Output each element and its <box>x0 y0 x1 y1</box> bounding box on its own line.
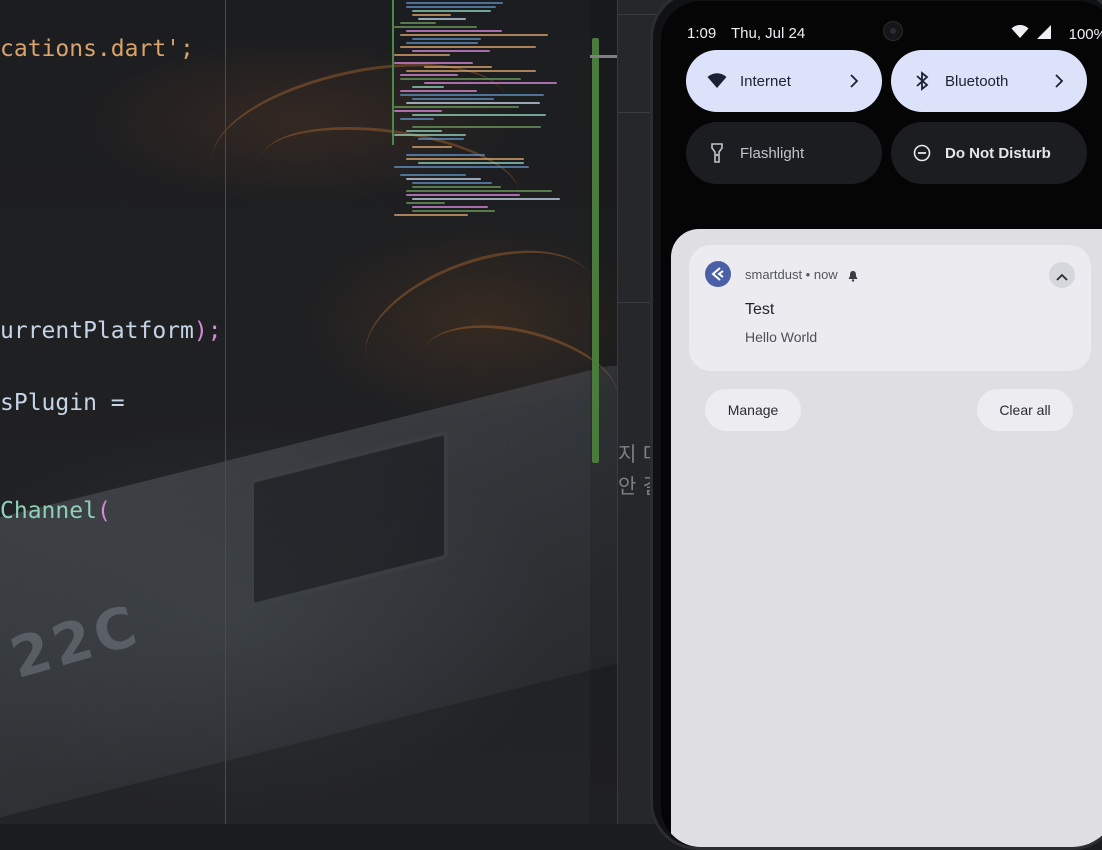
minimap-line <box>400 46 536 48</box>
minimap-line <box>418 18 466 20</box>
code-line-plugin[interactable]: sPlugin = <box>0 390 125 416</box>
notification-body: Hello World <box>745 329 818 345</box>
qs-tile-label: Flashlight <box>740 144 805 162</box>
notification-shade: smartdust • now Test Hello World Manage … <box>671 229 1102 847</box>
collapse-button[interactable] <box>1049 262 1075 288</box>
chevron-right-icon <box>1049 71 1069 91</box>
minimap-line <box>406 130 442 132</box>
wifi-status-icon <box>1011 24 1029 43</box>
phone-frame: 1:09 Thu, Jul 24 100% Internet <box>650 0 1102 850</box>
code-line-channel[interactable]: Channel( <box>0 498 111 524</box>
minimap-line <box>412 182 492 184</box>
minimap-line <box>400 34 548 36</box>
minimap-line <box>424 66 492 68</box>
minimap-line <box>406 102 540 104</box>
minimap-line <box>412 86 444 88</box>
minimap-line <box>412 114 546 116</box>
minimap-line <box>412 50 490 52</box>
minimap-line <box>412 206 488 208</box>
minimap-line <box>412 98 494 100</box>
minimap-line <box>400 74 458 76</box>
clear-all-button[interactable]: Clear all <box>977 389 1073 431</box>
wifi-icon <box>706 70 728 92</box>
scrollbar-thumb[interactable] <box>592 38 599 463</box>
chevron-up-icon <box>1056 266 1068 285</box>
minimap-line <box>406 202 445 204</box>
status-time: 1:09 <box>687 25 717 42</box>
minimap-line <box>394 214 468 216</box>
minimap-line <box>412 146 452 148</box>
minimap-line <box>406 42 478 44</box>
minimap-line <box>394 166 529 168</box>
minimap-line <box>400 78 521 80</box>
minimap-line <box>406 2 503 4</box>
scrollbar-marker <box>590 55 618 58</box>
notification-card[interactable]: smartdust • now Test Hello World <box>689 245 1091 371</box>
camera-cutout <box>883 21 903 41</box>
code-line-platform[interactable]: urrentPlatform); <box>0 318 222 344</box>
minimap-line <box>406 178 481 180</box>
qs-tile-flashlight[interactable]: Flashlight <box>686 122 882 184</box>
code-editor: 22C cations.dart'; urrentPlatform); sPlu… <box>0 0 618 824</box>
minimap-line <box>394 110 442 112</box>
notification-header: smartdust • now <box>745 267 838 282</box>
minimap-line <box>406 30 502 32</box>
minimap-line <box>418 162 524 164</box>
minimap-line <box>406 154 485 156</box>
minimap-line <box>412 126 541 128</box>
minimap-line <box>406 70 536 72</box>
minimap-line <box>394 54 450 56</box>
qs-tile-do-not-disturb[interactable]: Do Not Disturb <box>891 122 1087 184</box>
minimap-line <box>424 82 557 84</box>
minimap-line <box>406 194 520 196</box>
do-not-disturb-icon <box>911 142 933 164</box>
flashlight-icon <box>706 142 728 164</box>
minimap-line <box>406 190 552 192</box>
cell-signal-icon <box>1036 25 1051 43</box>
notification-title: Test <box>745 301 775 318</box>
minimap-line <box>394 106 519 108</box>
qs-tile-internet[interactable]: Internet <box>686 50 882 112</box>
qs-tile-label: Internet <box>740 72 791 90</box>
app-icon <box>705 261 731 287</box>
minimap-line <box>412 186 501 188</box>
minimap-line <box>394 62 473 64</box>
status-date: Thu, Jul 24 <box>731 25 806 42</box>
minimap-line <box>400 94 544 96</box>
minimap-line <box>412 14 451 16</box>
alert-bell-icon <box>847 267 859 286</box>
phone-screen: 1:09 Thu, Jul 24 100% Internet <box>661 1 1102 847</box>
bluetooth-icon <box>911 70 933 92</box>
indent-guide <box>225 0 226 824</box>
minimap-line <box>418 138 464 140</box>
chevron-right-icon <box>844 71 864 91</box>
minimap-line <box>412 210 495 212</box>
minimap-line <box>412 198 560 200</box>
minimap-line <box>412 38 481 40</box>
status-indicators: 100% <box>1011 24 1102 43</box>
minimap-line <box>406 158 524 160</box>
qs-tile-label: Bluetooth <box>945 72 1009 90</box>
qs-tile-label: Do Not Disturb <box>945 144 1051 162</box>
minimap-line <box>412 10 491 12</box>
minimap-line <box>400 118 434 120</box>
minimap-line <box>406 6 496 8</box>
minimap-line <box>400 174 466 176</box>
battery-percent: 100% <box>1068 25 1102 43</box>
code-line-import[interactable]: cations.dart'; <box>0 36 194 62</box>
minimap-line <box>394 26 477 28</box>
minimap-line <box>400 90 477 92</box>
minimap-line <box>394 134 466 136</box>
qs-tile-bluetooth[interactable]: Bluetooth <box>891 50 1087 112</box>
minimap[interactable] <box>388 0 588 220</box>
manage-button[interactable]: Manage <box>705 389 801 431</box>
minimap-line <box>400 22 436 24</box>
